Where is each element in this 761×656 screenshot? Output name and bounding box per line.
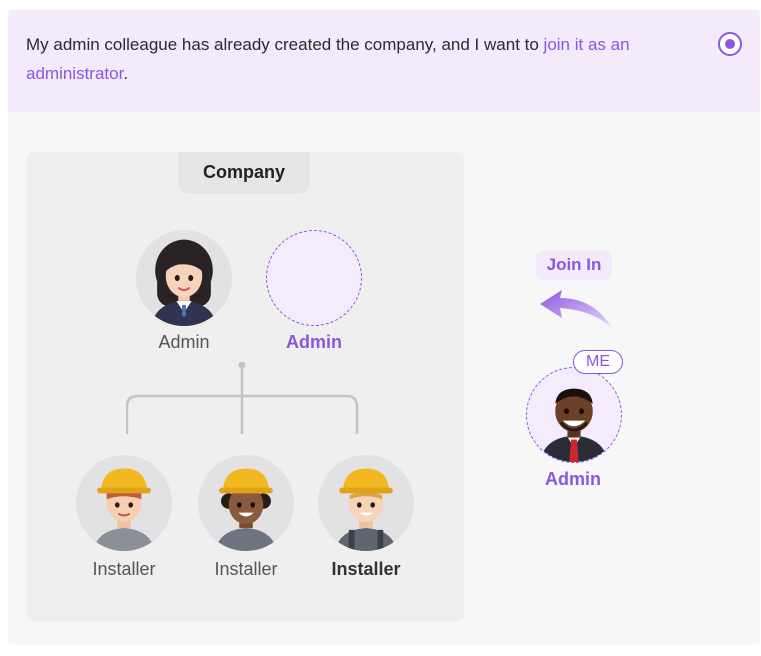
join-arrow-icon bbox=[536, 286, 618, 336]
me-avatar bbox=[526, 367, 622, 463]
installer-label-1: Installer bbox=[92, 559, 156, 579]
installer-label-2: Installer bbox=[214, 559, 278, 579]
admin-slot-label: Admin bbox=[286, 332, 342, 352]
installer-avatar-2 bbox=[198, 455, 294, 551]
me-role-label: Admin bbox=[545, 469, 601, 489]
description-text: My admin colleague has already created t… bbox=[26, 35, 544, 54]
company-title: Company bbox=[178, 152, 310, 194]
option-banner[interactable]: My admin colleague has already created t… bbox=[8, 10, 760, 112]
installer-label-3: Installer bbox=[331, 559, 401, 579]
me-badge: ME bbox=[573, 350, 623, 374]
admin-slot-placeholder bbox=[266, 230, 362, 326]
description-punctuation: . bbox=[123, 64, 129, 83]
option-card[interactable]: My admin colleague has already created t… bbox=[8, 10, 760, 645]
installer-avatar-1 bbox=[76, 455, 172, 551]
option-radio[interactable] bbox=[718, 32, 742, 56]
radio-selected-dot bbox=[725, 39, 735, 49]
installer-avatar-3 bbox=[318, 455, 414, 551]
org-tree-connector bbox=[125, 361, 376, 442]
admin-label: Admin bbox=[158, 332, 210, 352]
admin-avatar-woman bbox=[136, 230, 232, 326]
join-in-label: Join In bbox=[536, 250, 612, 280]
option-description: My admin colleague has already created t… bbox=[26, 30, 716, 88]
company-panel: Company Admin Admin Installer Installer … bbox=[26, 152, 464, 622]
